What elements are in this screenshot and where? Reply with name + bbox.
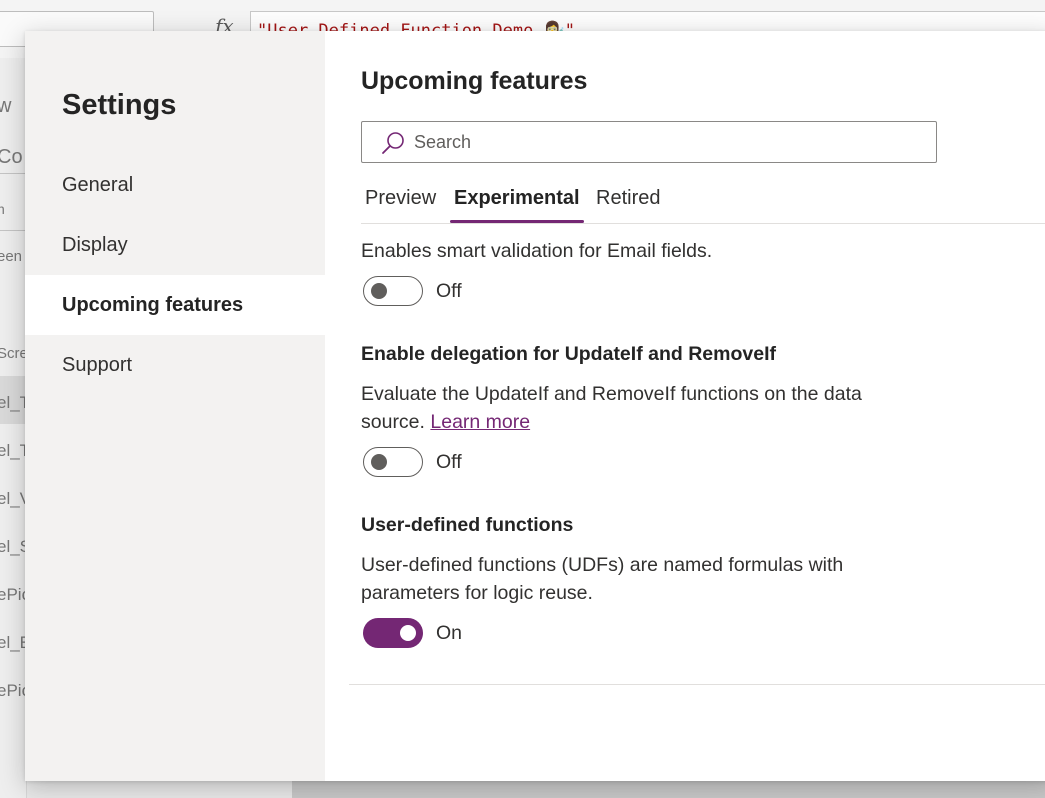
toggle-knob (371, 283, 387, 299)
feature-title: Enable delegation for UpdateIf and Remov… (361, 343, 776, 365)
toggle-knob (400, 625, 416, 641)
nav-item-upcoming-features[interactable]: Upcoming features (25, 275, 325, 335)
tab-preview[interactable]: Preview (361, 187, 440, 210)
user-defined-functions-toggle[interactable] (363, 618, 423, 648)
tree-item[interactable]: el_E (0, 633, 26, 653)
nav-item-general[interactable]: General (25, 155, 325, 215)
toggle-state-label: On (436, 622, 463, 644)
settings-title: Settings (62, 89, 177, 121)
feature-description: User-defined functions (UDFs) are named … (361, 554, 844, 576)
feature-description: parameters for logic reuse. (361, 582, 593, 604)
feature-description: Evaluate the UpdateIf and RemoveIf funct… (361, 383, 862, 405)
page-title: Upcoming features (361, 67, 588, 95)
search-input[interactable] (414, 128, 914, 156)
tree-item[interactable]: Scre (0, 345, 26, 362)
tree-view-panel: w Co n een Scre el_T el_T el_V el_S ePic… (0, 58, 27, 798)
tree-item[interactable]: ePic (0, 681, 26, 701)
settings-nav: Settings General Display Upcoming featur… (25, 31, 325, 781)
settings-dialog: Settings General Display Upcoming featur… (25, 31, 1045, 781)
email-validation-toggle[interactable] (363, 276, 423, 306)
tree-item[interactable]: ePic (0, 585, 26, 605)
feature-title: User-defined functions (361, 514, 574, 536)
tree-item: Co (0, 146, 23, 168)
nav-item-display[interactable]: Display (25, 215, 325, 275)
feature-description-text: source. (361, 411, 425, 433)
feature-description: Enables smart validation for Email field… (361, 240, 713, 262)
search-box[interactable] (361, 121, 937, 163)
tree-divider (0, 230, 26, 231)
tab-retired[interactable]: Retired (592, 187, 664, 210)
tree-item[interactable]: el_T (0, 441, 26, 461)
tree-item[interactable]: een (0, 248, 22, 265)
tree-item: w (0, 95, 11, 118)
nav-item-support[interactable]: Support (25, 335, 325, 395)
tree-item: n (0, 201, 5, 217)
tree-item[interactable]: el_S (0, 537, 26, 557)
canvas-area (292, 780, 1045, 798)
tab-experimental[interactable]: Experimental (450, 187, 584, 223)
delegation-toggle[interactable] (363, 447, 423, 477)
tree-item[interactable]: el_V (0, 489, 26, 509)
feature-description-line2: source. Learn more (361, 408, 530, 436)
tree-item[interactable]: el_T (0, 393, 26, 413)
tree-divider (0, 173, 26, 174)
divider (349, 684, 1045, 685)
toggle-state-label: Off (436, 280, 462, 302)
toggle-state-label: Off (436, 451, 462, 473)
toggle-knob (371, 454, 387, 470)
search-icon (382, 132, 404, 154)
feature-tabs: Preview Experimental Retired (361, 183, 1045, 224)
learn-more-link[interactable]: Learn more (430, 411, 530, 433)
settings-content: Upcoming features Preview Experimental R… (349, 31, 1045, 781)
